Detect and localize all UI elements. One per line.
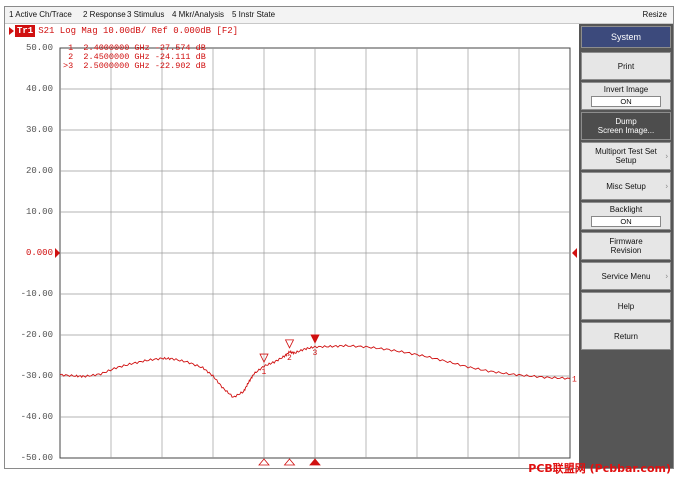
service-menu-label: Service Menu (601, 271, 651, 281)
service-menu-button[interactable]: Service Menu › (581, 262, 671, 290)
y-tick-label: -20.00 (20, 330, 53, 340)
marker-row: >3 2.5000000 GHz -22.902 dB (63, 62, 206, 71)
active-trace-arrow-icon (9, 26, 14, 35)
menu-mkr-analysis[interactable]: 4 Mkr/Analysis (170, 7, 226, 23)
menu-instr-state[interactable]: 5 Instr State (230, 7, 277, 23)
y-tick-label: -50.00 (20, 453, 53, 463)
help-label: Help (617, 301, 635, 311)
y-tick-label: 20.00 (25, 166, 53, 176)
dump-label-line1: Dump (615, 117, 637, 126)
y-tick-label: -10.00 (20, 289, 53, 299)
resize-button[interactable]: Resize (641, 7, 669, 23)
print-button[interactable]: Print (581, 52, 671, 80)
watermark: PCB联盟网 (Pcbbar.com) (528, 462, 671, 475)
backlight-label: Backlight (609, 205, 643, 214)
submenu-arrow-icon: › (665, 151, 668, 161)
y-axis-labels: 50.00 40.00 30.00 20.00 10.00 0.000 -10.00 -20.… (5, 24, 57, 468)
backlight-value: ON (591, 216, 661, 227)
marker-readout: 1 2.4000000 GHz -27.574 dB 2 2.4500000 G… (63, 44, 206, 71)
dump-label-line2: Screen Image... (597, 126, 655, 135)
softkey-panel: System Print Invert Image ON Dump Screen… (579, 24, 673, 468)
measurement-display: 1 1 2 3 50.00 40.00 30.00 20.00 10.00 0.000 -10.0… (5, 24, 578, 468)
submenu-arrow-icon: › (665, 271, 668, 281)
backlight-button[interactable]: Backlight ON (581, 202, 671, 230)
y-tick-label: 10.00 (25, 207, 53, 217)
trace-end-label: 1 (572, 375, 577, 384)
softkey-title-label: System (610, 32, 641, 42)
softkey-title: System (581, 26, 671, 48)
menu-stimulus[interactable]: 3 Stimulus (125, 7, 166, 23)
trace-header-text: S21 Log Mag 10.00dB/ Ref 0.000dB [F2] (38, 26, 239, 36)
invert-image-value: ON (591, 96, 661, 107)
return-button[interactable]: Return (581, 322, 671, 350)
misc-setup-button[interactable]: Misc Setup › (581, 172, 671, 200)
multiport-label-line2: Setup (615, 156, 637, 165)
submenu-arrow-icon: › (665, 181, 668, 191)
reference-level-label: 0.000 (25, 248, 53, 258)
marker-2-stimulus-icon (283, 458, 296, 466)
menu-bar: 1 Active Ch/Trace 2 Response 3 Stimulus … (5, 7, 673, 24)
marker-freq: 2.5000000 GHz (83, 61, 150, 71)
multiport-test-set-setup-button[interactable]: Multiport Test Set Setup › (581, 142, 671, 170)
app-window: 1 Active Ch/Trace 2 Response 3 Stimulus … (4, 6, 674, 469)
multiport-label-line1: Multiport Test Set (595, 147, 657, 156)
y-tick-label: -40.00 (20, 412, 53, 422)
trace-header[interactable]: Tr1 S21 Log Mag 10.00dB/ Ref 0.000dB [F2] (9, 25, 238, 37)
y-tick-label: 30.00 (25, 125, 53, 135)
plot-area: 1 1 2 3 (55, 47, 577, 466)
y-tick-label: 40.00 (25, 84, 53, 94)
marker-3-stimulus-icon (309, 458, 321, 466)
marker-value: -22.902 dB (154, 61, 206, 71)
trace-badge: Tr1 (15, 25, 36, 37)
help-button[interactable]: Help (581, 292, 671, 320)
marker-2-icon (284, 339, 295, 349)
marker-prefix: >3 (63, 61, 74, 71)
return-label: Return (613, 331, 638, 341)
menu-active-ch-trace[interactable]: 1 Active Ch/Trace (7, 7, 74, 23)
marker-3-label: 3 (313, 349, 318, 358)
reference-arrow-right-icon (572, 248, 577, 258)
marker-2-label: 2 (287, 354, 292, 363)
y-tick-label: 50.00 (25, 43, 53, 53)
print-label: Print (617, 61, 635, 71)
marker-3-icon (310, 334, 320, 344)
invert-image-button[interactable]: Invert Image ON (581, 82, 671, 110)
invert-image-label: Invert Image (603, 85, 649, 94)
firmware-label-line1: Firmware (609, 237, 643, 246)
firmware-label-line2: Revision (610, 246, 642, 255)
dump-screen-image-button[interactable]: Dump Screen Image... (581, 112, 671, 140)
marker-1-stimulus-icon (258, 458, 270, 466)
misc-setup-label: Misc Setup (606, 181, 646, 191)
y-tick-label: -30.00 (20, 371, 53, 381)
menu-response[interactable]: 2 Response (81, 7, 128, 23)
marker-1-label: 1 (262, 368, 267, 377)
firmware-revision-button[interactable]: Firmware Revision (581, 232, 671, 260)
